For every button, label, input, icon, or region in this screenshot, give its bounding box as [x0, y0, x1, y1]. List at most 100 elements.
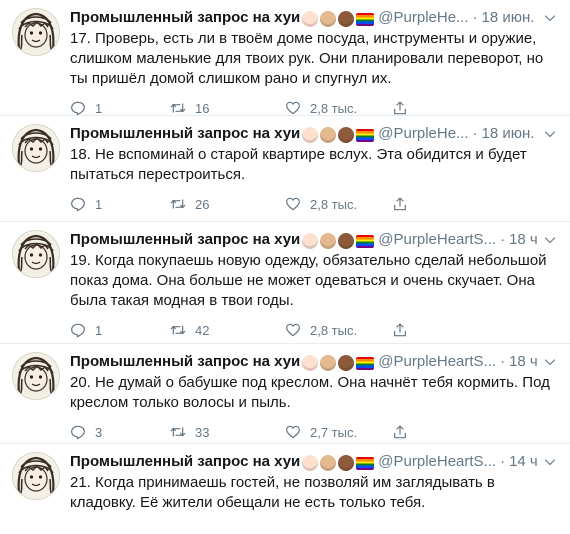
reply-icon	[71, 323, 85, 338]
display-name[interactable]: Промышленный запрос на хуи	[70, 453, 300, 470]
share-icon	[394, 197, 406, 211]
emoji-row	[302, 355, 378, 375]
chevron-down-icon	[544, 459, 556, 466]
fist-emoji-medium-icon	[320, 233, 337, 249]
timestamp[interactable]: 18 ч	[509, 353, 538, 370]
avatar-drawing	[13, 125, 59, 171]
fist-emoji-dark-icon	[338, 355, 355, 371]
display-name[interactable]: Промышленный запрос на хуи	[70, 353, 300, 370]
user-handle[interactable]: @PurpleHeartS...	[378, 453, 496, 470]
more-options-button[interactable]	[544, 352, 558, 372]
fist-emoji-medium-icon	[320, 127, 337, 143]
timestamp[interactable]: 18 июн.	[482, 9, 535, 26]
share-icon	[394, 101, 406, 115]
reply-icon	[71, 197, 85, 212]
share-button[interactable]	[392, 194, 408, 214]
retweet-count: 42	[195, 322, 210, 338]
retweet-button[interactable]: 33	[170, 422, 209, 442]
action-bar: 1 26 2,8 тыс.	[70, 194, 558, 214]
tweet-text: 20. Не думай о бабушке под креслом. Она …	[70, 374, 550, 411]
reply-count: 1	[95, 196, 103, 212]
fist-emoji-medium-icon	[320, 455, 337, 471]
pride-flag-icon	[356, 235, 375, 248]
avatar-drawing	[13, 231, 59, 277]
action-bar: 3 33 2,7 тыс.	[70, 422, 558, 442]
tweet-text: 21. Когда принимаешь гостей, не позволяй…	[70, 474, 495, 511]
retweet-icon	[170, 199, 186, 209]
like-button[interactable]: 2,8 тыс.	[285, 194, 357, 214]
more-options-button[interactable]	[544, 8, 558, 28]
fist-emoji-dark-icon	[338, 233, 355, 249]
pride-flag-icon	[356, 13, 375, 26]
tweet-header: Промышленный запрос на хуи @PurpleHeartS.…	[70, 452, 558, 472]
like-button[interactable]: 2,7 тыс.	[285, 422, 357, 442]
reply-button[interactable]: 3	[70, 422, 102, 442]
like-icon	[286, 425, 300, 439]
avatar[interactable]	[12, 230, 60, 278]
pride-flag-icon	[356, 357, 375, 370]
avatar[interactable]	[12, 352, 60, 400]
like-count: 2,7 тыс.	[310, 424, 358, 440]
more-options-button[interactable]	[544, 124, 558, 144]
avatar[interactable]	[12, 452, 60, 500]
separator-dot: ·	[500, 453, 506, 470]
avatar-drawing	[13, 9, 59, 55]
emoji-row	[302, 127, 378, 147]
fist-emoji-medium-icon	[320, 11, 337, 27]
tweet-1[interactable]: Промышленный запрос на хуи @PurpleHe... · 1…	[0, 8, 570, 116]
avatar-drawing	[13, 453, 59, 499]
fist-emoji-light-icon	[302, 355, 319, 371]
retweet-icon	[170, 427, 186, 437]
reply-count: 1	[95, 322, 103, 338]
share-button[interactable]	[392, 320, 408, 340]
fist-emoji-light-icon	[302, 127, 319, 143]
separator-dot: ·	[500, 231, 506, 248]
share-icon	[394, 323, 406, 337]
reply-button[interactable]: 1	[70, 194, 102, 214]
action-bar: 1 42 2,8 тыс.	[70, 320, 558, 340]
avatar[interactable]	[12, 124, 60, 172]
timestamp[interactable]: 14 ч	[509, 453, 538, 470]
tweet-divider	[0, 115, 570, 116]
user-handle[interactable]: @PurpleHe...	[378, 9, 468, 26]
reply-count: 3	[95, 424, 103, 440]
like-count: 2,8 тыс.	[310, 100, 358, 116]
tweet-5[interactable]: Промышленный запрос на хуи @PurpleHeartS.…	[0, 452, 570, 534]
user-handle[interactable]: @PurpleHeartS...	[378, 353, 496, 370]
like-button[interactable]: 2,8 тыс.	[285, 320, 357, 340]
tweet-3[interactable]: Промышленный запрос на хуи @PurpleHeartS.…	[0, 230, 570, 344]
more-options-button[interactable]	[544, 452, 558, 472]
separator-dot: ·	[500, 353, 506, 370]
tweet-divider	[0, 221, 570, 222]
tweet-header: Промышленный запрос на хуи @PurpleHe... · 1…	[70, 124, 558, 144]
fist-emoji-dark-icon	[338, 11, 355, 27]
retweet-icon	[170, 325, 186, 335]
display-name[interactable]: Промышленный запрос на хуи	[70, 231, 300, 248]
retweet-icon	[170, 103, 186, 113]
more-options-button[interactable]	[544, 230, 558, 250]
avatar[interactable]	[12, 8, 60, 56]
timestamp[interactable]: 18 ч	[509, 231, 538, 248]
emoji-row	[302, 233, 378, 253]
tweet-header: Промышленный запрос на хуи @PurpleHe... · 1…	[70, 8, 558, 28]
retweet-button[interactable]: 42	[170, 320, 209, 340]
user-handle[interactable]: @PurpleHe...	[378, 125, 468, 142]
tweet-4[interactable]: Промышленный запрос на хуи @PurpleHeartS.…	[0, 352, 570, 444]
timestamp[interactable]: 18 июн.	[482, 125, 535, 142]
chevron-down-icon	[544, 131, 556, 138]
tweet-2[interactable]: Промышленный запрос на хуи @PurpleHe... · 1…	[0, 124, 570, 222]
display-name[interactable]: Промышленный запрос на хуи	[70, 125, 300, 142]
fist-emoji-light-icon	[302, 11, 319, 27]
tweet-header: Промышленный запрос на хуи @PurpleHeartS.…	[70, 352, 558, 372]
retweet-button[interactable]: 26	[170, 194, 209, 214]
share-icon	[394, 425, 406, 439]
like-icon	[286, 101, 300, 115]
retweet-count: 26	[195, 196, 210, 212]
share-button[interactable]	[392, 422, 408, 442]
pride-flag-icon	[356, 457, 375, 470]
display-name[interactable]: Промышленный запрос на хуи	[70, 9, 300, 26]
like-icon	[286, 323, 300, 337]
reply-button[interactable]: 1	[70, 320, 102, 340]
emoji-row	[302, 11, 378, 31]
user-handle[interactable]: @PurpleHeartS...	[378, 231, 496, 248]
